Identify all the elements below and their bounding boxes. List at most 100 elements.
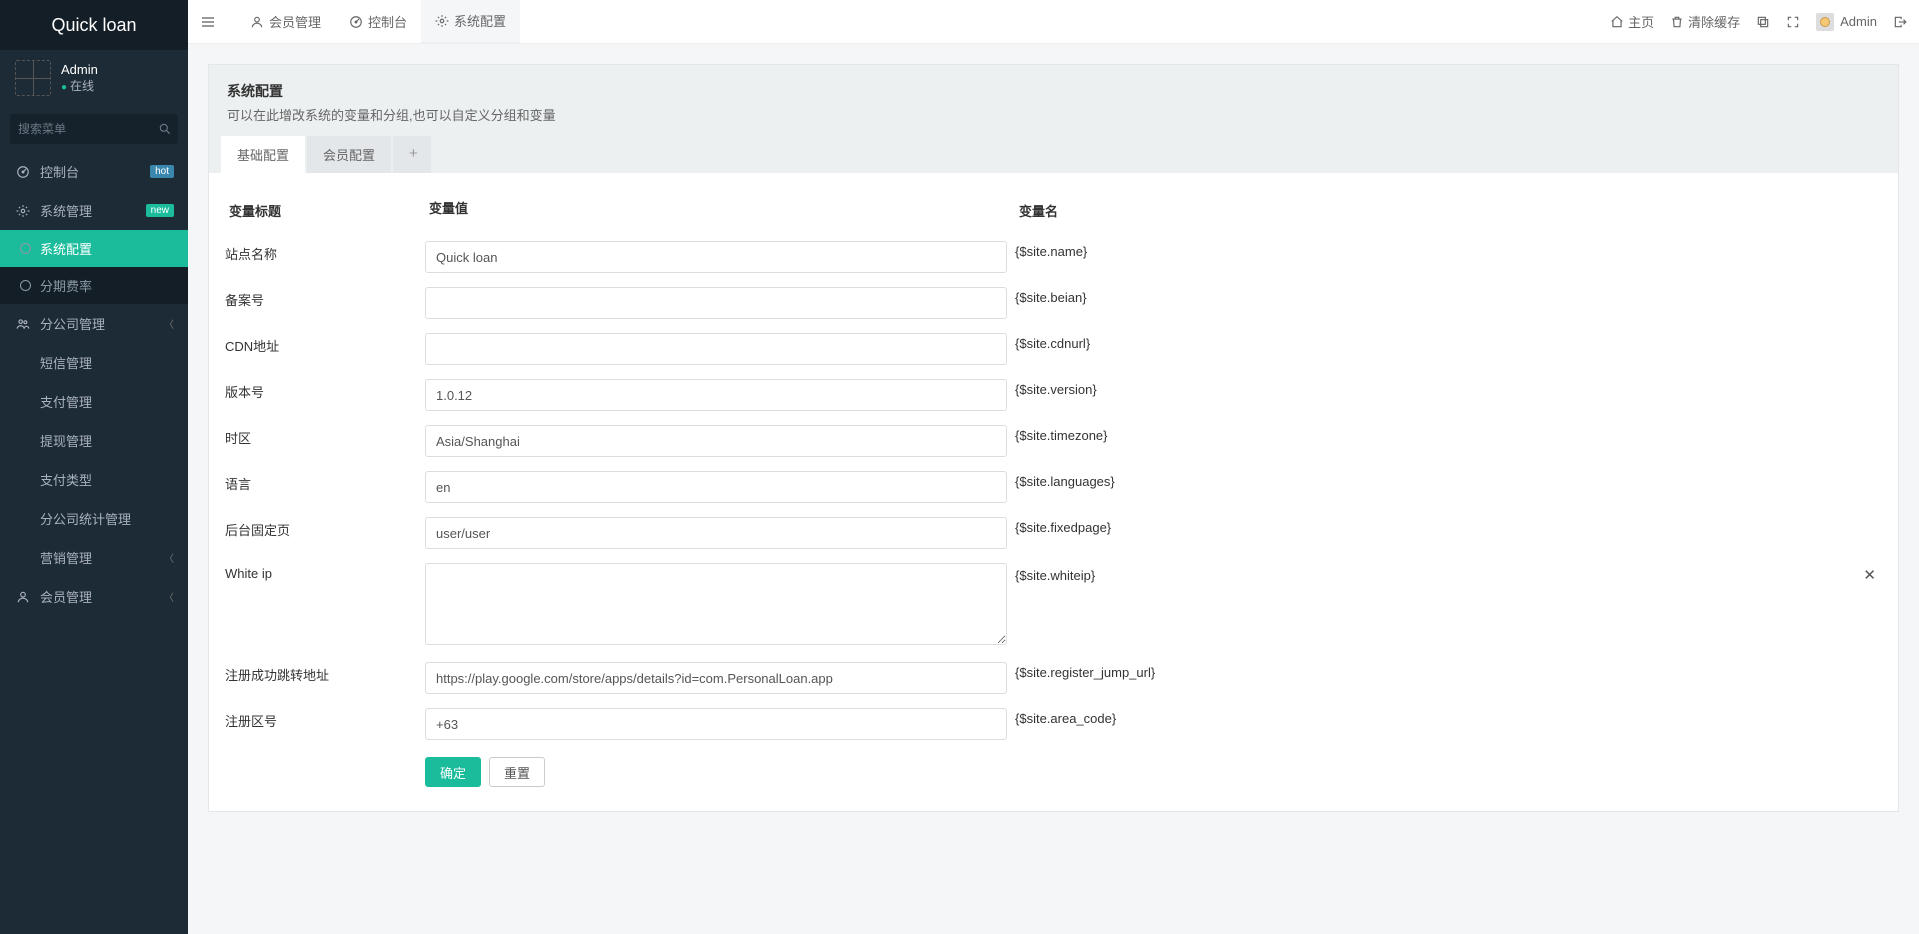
sidebar-item-label: 支付管理 xyxy=(40,392,174,411)
row-varname: {$site.timezone} xyxy=(1011,422,1886,449)
config-panel: 系统配置 可以在此增改系统的变量和分组,也可以自定义分组和变量 基础配置会员配置… xyxy=(208,64,1899,812)
row-label: 版本号 xyxy=(221,376,421,407)
config-tab-1[interactable]: 会员配置 xyxy=(307,136,391,173)
add-tab-button[interactable]: + xyxy=(393,136,431,173)
reset-button[interactable]: 重置 xyxy=(489,757,545,787)
form-row: 备案号{$site.beian} xyxy=(221,280,1886,326)
row-input-cell xyxy=(421,422,1011,460)
panel-subtitle: 可以在此增改系统的变量和分组,也可以自定义分组和变量 xyxy=(227,105,1880,124)
sidebar-item-label: 短信管理 xyxy=(40,353,174,372)
sidebar-item-8[interactable]: 营销管理〈 xyxy=(0,538,188,577)
badge-hot: hot xyxy=(150,165,174,178)
home-icon xyxy=(1610,14,1624,30)
sidebar-item-6[interactable]: 支付类型 xyxy=(0,460,188,499)
sidebar-item-label: 支付类型 xyxy=(40,470,174,489)
row-label: 站点名称 xyxy=(221,238,421,269)
tab-1[interactable]: 控制台 xyxy=(335,0,421,44)
sidebar-item-7[interactable]: 分公司统计管理 xyxy=(0,499,188,538)
sidebar-subitem-label: 分期费率 xyxy=(40,276,92,295)
config-input-6[interactable] xyxy=(425,517,1007,549)
row-input-cell xyxy=(421,468,1011,506)
clear-cache-link[interactable]: 清除缓存 xyxy=(1670,12,1740,31)
user-icon xyxy=(14,589,32,605)
sidebar-item-label: 分公司管理 xyxy=(40,314,164,333)
topbar-user[interactable]: Admin xyxy=(1816,13,1877,31)
main: 会员管理控制台系统配置 主页 清除缓存 xyxy=(188,0,1919,832)
row-varname: {$site.area_code} xyxy=(1011,705,1886,732)
sidebar-item-2[interactable]: 分公司管理〈 xyxy=(0,304,188,343)
sidebar-item-1[interactable]: 系统管理new xyxy=(0,191,188,230)
search-input[interactable] xyxy=(10,114,178,144)
user-panel: Admin ●在线 xyxy=(0,50,188,106)
config-tab-0[interactable]: 基础配置 xyxy=(221,136,305,173)
sidebar-item-9[interactable]: 会员管理〈 xyxy=(0,577,188,616)
config-input-1[interactable] xyxy=(425,287,1007,319)
submit-button[interactable]: 确定 xyxy=(425,757,481,787)
row-varname: {$site.whiteip}✕ xyxy=(1011,560,1886,590)
sidebar-item-5[interactable]: 提现管理 xyxy=(0,421,188,460)
config-input-8[interactable] xyxy=(425,662,1007,694)
config-input-2[interactable] xyxy=(425,333,1007,365)
row-input-cell xyxy=(421,330,1011,368)
home-link[interactable]: 主页 xyxy=(1610,12,1654,31)
logout-icon[interactable] xyxy=(1893,15,1907,29)
config-tabs-list: 基础配置会员配置+ xyxy=(221,136,1886,173)
sidebar-menu: 控制台hot系统管理new系统配置分期费率分公司管理〈短信管理支付管理提现管理支… xyxy=(0,152,188,616)
tab-2[interactable]: 系统配置 xyxy=(421,0,520,44)
topbar-tabs: 会员管理 控制台系统配置 xyxy=(236,0,520,44)
remove-row-icon[interactable]: ✕ xyxy=(1863,566,1876,584)
row-label: 注册成功跳转地址 xyxy=(221,659,421,690)
row-input-cell xyxy=(421,705,1011,743)
status-dot-icon: ● xyxy=(61,82,67,93)
user-name: Admin xyxy=(61,62,98,77)
row-label: 后台固定页 xyxy=(221,514,421,545)
config-input-7[interactable] xyxy=(425,563,1007,645)
tab-label: 会员管理 xyxy=(269,12,321,31)
row-label: 语言 xyxy=(221,468,421,499)
sidebar-item-0[interactable]: 控制台hot xyxy=(0,152,188,191)
brand-title: Quick loan xyxy=(0,0,188,50)
config-input-0[interactable] xyxy=(425,241,1007,273)
sidebar-item-3[interactable]: 短信管理 xyxy=(0,343,188,382)
config-input-5[interactable] xyxy=(425,471,1007,503)
form-area: 变量标题 变量值 变量名 站点名称{$site.name}备案号{$site.b… xyxy=(209,173,1898,811)
row-varname: {$site.fixedpage} xyxy=(1011,514,1886,541)
header-var-title: 变量标题 xyxy=(225,195,425,226)
sidebar-subitem-1-0[interactable]: 系统配置 xyxy=(0,230,188,267)
dashboard-icon xyxy=(349,14,363,30)
sidebar-item-label: 会员管理 xyxy=(40,587,164,606)
row-label: White ip xyxy=(221,560,421,587)
sidebar: Quick loan Admin ●在线 控制台hot系统管理new系统配置分期… xyxy=(0,0,188,934)
sidebar-item-4[interactable]: 支付管理 xyxy=(0,382,188,421)
tab-0[interactable]: 会员管理 xyxy=(236,0,335,44)
config-tabs: 基础配置会员配置+ xyxy=(209,136,1898,173)
panel-title: 系统配置 xyxy=(227,81,1880,101)
panel-header: 系统配置 可以在此增改系统的变量和分组,也可以自定义分组和变量 xyxy=(209,65,1898,136)
row-input-cell xyxy=(421,376,1011,414)
circle-icon xyxy=(18,241,32,256)
row-label: 时区 xyxy=(221,422,421,453)
chevron-left-icon: 〈 xyxy=(164,316,174,331)
form-row: 站点名称{$site.name} xyxy=(221,234,1886,280)
users-icon xyxy=(14,316,32,332)
sidebar-subitem-1-1[interactable]: 分期费率 xyxy=(0,267,188,304)
chevron-left-icon: 〈 xyxy=(164,589,174,604)
form-row: 注册成功跳转地址{$site.register_jump_url} xyxy=(221,655,1886,701)
sidebar-item-label: 分公司统计管理 xyxy=(40,509,174,528)
row-label: 备案号 xyxy=(221,284,421,315)
config-input-4[interactable] xyxy=(425,425,1007,457)
form-header: 变量标题 变量值 变量名 xyxy=(221,187,1886,234)
cogs-icon xyxy=(14,203,32,219)
user-icon xyxy=(250,14,264,30)
copy-icon[interactable] xyxy=(1756,15,1770,29)
fullscreen-icon[interactable] xyxy=(1786,15,1800,29)
menu-toggle-icon[interactable] xyxy=(200,14,218,30)
sidebar-item-label: 营销管理 xyxy=(40,548,164,567)
search-icon[interactable] xyxy=(158,120,172,136)
config-input-3[interactable] xyxy=(425,379,1007,411)
sidebar-search xyxy=(0,106,188,152)
form-row: 后台固定页 {$site.fixedpage} xyxy=(221,510,1886,556)
config-input-9[interactable] xyxy=(425,708,1007,740)
tab-label: 控制台 xyxy=(368,12,407,31)
avatar xyxy=(15,60,51,96)
